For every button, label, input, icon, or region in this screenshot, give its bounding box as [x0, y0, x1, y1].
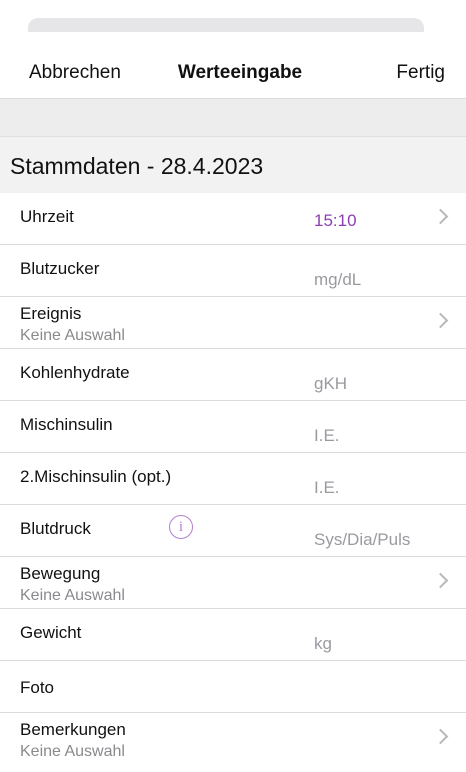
info-icon[interactable]: i	[169, 515, 193, 539]
row-mischinsulin[interactable]: Mischinsulin I.E.	[0, 401, 466, 453]
spacer-band	[0, 98, 466, 137]
row-label: Blutzucker	[20, 259, 100, 278]
row-label: Bewegung	[20, 564, 101, 583]
sheet-top	[0, 0, 466, 32]
row-foto[interactable]: Foto	[0, 661, 466, 713]
page-title: Werteeingabe	[177, 62, 303, 83]
navigation-bar: Abbrechen Werteeingabe Fertig	[0, 32, 466, 98]
chevron-right-icon	[432, 728, 449, 745]
chevron-right-icon	[432, 208, 449, 225]
section-title: Stammdaten - 28.4.2023	[10, 153, 264, 179]
row-label: Gewicht	[20, 623, 82, 642]
row-label: Mischinsulin	[20, 415, 113, 434]
form-list: Uhrzeit 15:10 Blutzucker mg/dL Ereignis …	[0, 193, 466, 764]
row-mischinsulin-2[interactable]: 2.Mischinsulin (opt.) I.E.	[0, 453, 466, 505]
row-label: Kohlenhydrate	[20, 363, 130, 382]
row-bewegung[interactable]: Bewegung Keine Auswahl	[0, 557, 466, 609]
row-label: Blutdruck	[20, 519, 91, 538]
cancel-button[interactable]: Abbrechen	[29, 62, 121, 84]
mixed-insulin-2-input[interactable]: I.E.	[314, 478, 340, 498]
weight-input[interactable]: kg	[314, 634, 332, 654]
blood-sugar-input[interactable]: mg/dL	[314, 270, 361, 290]
row-subtitle: Keine Auswahl	[20, 743, 125, 760]
row-label: Uhrzeit	[20, 207, 74, 226]
blood-pressure-input[interactable]: Sys/Dia/Puls	[314, 530, 410, 550]
row-kohlenhydrate[interactable]: Kohlenhydrate gKH	[0, 349, 466, 401]
row-blutdruck[interactable]: Blutdruck i Sys/Dia/Puls	[0, 505, 466, 557]
row-label: 2.Mischinsulin (opt.)	[20, 467, 172, 486]
time-value: 15:10	[314, 211, 357, 230]
section-header: Stammdaten - 28.4.2023	[0, 136, 466, 194]
mixed-insulin-input[interactable]: I.E.	[314, 426, 340, 446]
row-label: Foto	[20, 678, 55, 697]
row-label: Ereignis	[20, 304, 82, 323]
row-subtitle: Keine Auswahl	[20, 587, 125, 604]
done-button[interactable]: Fertig	[396, 62, 445, 84]
sheet-handle[interactable]	[28, 18, 424, 32]
row-ereignis[interactable]: Ereignis Keine Auswahl	[0, 297, 466, 349]
row-subtitle: Keine Auswahl	[20, 327, 125, 344]
row-uhrzeit[interactable]: Uhrzeit 15:10	[0, 193, 466, 245]
carbs-input[interactable]: gKH	[314, 374, 347, 394]
row-blutzucker[interactable]: Blutzucker mg/dL	[0, 245, 466, 297]
chevron-right-icon	[432, 312, 449, 329]
chevron-right-icon	[432, 572, 449, 589]
row-gewicht[interactable]: Gewicht kg	[0, 609, 466, 661]
row-label: Bemerkungen	[20, 720, 126, 739]
row-bemerkungen[interactable]: Bemerkungen Keine Auswahl	[0, 713, 466, 764]
